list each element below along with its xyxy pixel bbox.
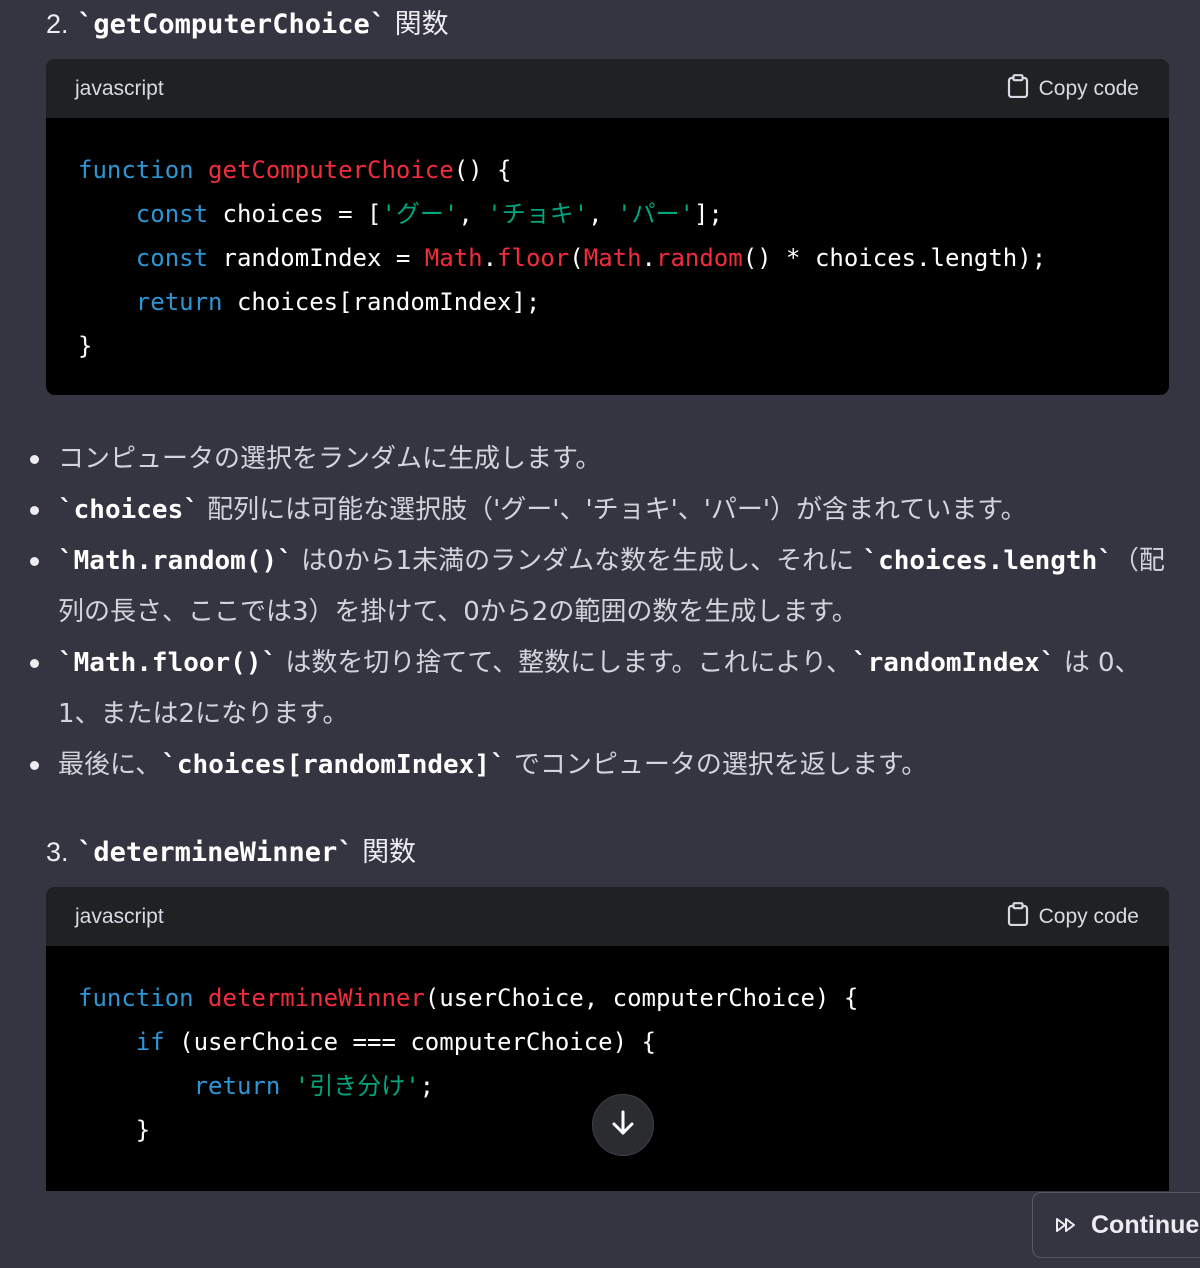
code-token: ];: [693, 200, 723, 228]
code-token: random: [656, 244, 743, 272]
code-token: Math: [424, 244, 483, 272]
code-token: floor: [497, 244, 570, 272]
list-item-text: でコンピュータの選択を返します。: [505, 750, 928, 780]
section-2-heading: 2. `getComputerChoice` 関数: [46, 4, 449, 45]
inline-code: `choices.length`: [862, 546, 1113, 576]
heading-code: `determineWinner`: [77, 837, 354, 868]
code-line: const randomIndex = Math.floor(Math.rand…: [78, 236, 1137, 280]
code-token: choices = [: [208, 200, 382, 228]
list-item: `Math.floor()` は数を切り捨てて、整数にします。これにより、`ra…: [0, 638, 1168, 740]
inline-code: `choices`: [58, 495, 199, 525]
code-token: if: [135, 1028, 165, 1056]
heading-suffix: 関数: [362, 837, 417, 868]
explanation-list: コンピュータの選択をランダムに生成します。 `choices` 配列には可能な選択…: [0, 434, 1200, 791]
list-item: コンピュータの選択をランダムに生成します。: [0, 434, 1168, 485]
list-item: 最後に、`choices[randomIndex]` でコンピュータの選択を返し…: [0, 740, 1168, 791]
code-token: function: [78, 156, 194, 184]
code-token: return: [135, 288, 223, 316]
code-token: ;: [419, 1072, 435, 1100]
code-token: const: [135, 244, 209, 272]
code-token: () {: [453, 156, 512, 184]
code-token: getComputerChoice: [208, 156, 454, 184]
code-block-header: javascript Copy code: [46, 887, 1169, 946]
heading-code: `getComputerChoice`: [77, 9, 386, 40]
bullet-dot: [30, 455, 39, 464]
code-content: function getComputerChoice() { const cho…: [46, 118, 1169, 368]
inline-code: `choices[randomIndex]`: [161, 750, 506, 780]
code-line: function determineWinner(userChoice, com…: [78, 976, 1137, 1020]
list-item-text: コンピュータの選択をランダムに生成します。: [58, 444, 602, 474]
continue-label: Continue: [1091, 1210, 1200, 1239]
code-language-label: javascript: [75, 905, 164, 928]
heading-number: 3.: [46, 837, 69, 867]
code-token: return: [193, 1072, 281, 1100]
code-line: const choices = ['グー', 'チョキ', 'パー'];: [78, 192, 1137, 236]
code-token: randomIndex =: [208, 244, 425, 272]
heading-number: 2.: [46, 9, 69, 39]
code-token: '引き分け': [294, 1072, 420, 1100]
code-token: ,: [458, 200, 488, 228]
code-token: (userChoice === computerChoice) {: [164, 1028, 656, 1056]
code-token: function: [78, 984, 194, 1012]
code-line: }: [78, 324, 1137, 368]
code-token: 'グー': [381, 200, 459, 228]
heading-suffix: 関数: [394, 9, 449, 40]
copy-code-label: Copy code: [1038, 76, 1139, 100]
arrow-down-icon: [610, 1109, 636, 1141]
bullet-dot: [30, 506, 39, 515]
code-token: 'パー': [617, 200, 694, 228]
bullet-dot: [30, 761, 39, 770]
code-line: if (userChoice === computerChoice) {: [78, 1020, 1137, 1064]
code-line: return choices[randomIndex];: [78, 280, 1137, 324]
clipboard-icon: [1007, 901, 1029, 932]
list-item-text: 最後に、: [58, 750, 162, 780]
inline-code: `Math.floor()`: [58, 648, 278, 678]
code-token: () * choices.length);: [742, 244, 1047, 272]
code-token: const: [135, 200, 209, 228]
code-token: }: [78, 332, 93, 360]
list-item-text: 配列には可能な選択肢（'グー'、'チョキ'、'パー'）が含まれています。: [198, 495, 1027, 525]
code-token: (: [569, 244, 584, 272]
code-block-header: javascript Copy code: [46, 59, 1169, 118]
code-language-label: javascript: [75, 77, 164, 100]
list-item-text: は0から1未満のランダムな数を生成し、それに: [292, 546, 863, 576]
code-token: (userChoice, computerChoice) {: [424, 984, 859, 1012]
code-token: .: [641, 244, 656, 272]
copy-code-button[interactable]: Copy code: [1007, 887, 1139, 946]
code-token: Math: [583, 244, 642, 272]
continue-generating-button[interactable]: Continue: [1032, 1192, 1200, 1258]
code-token: }: [78, 1116, 151, 1144]
code-token: ,: [588, 200, 618, 228]
code-token: choices[randomIndex];: [222, 288, 541, 316]
copy-code-label: Copy code: [1038, 904, 1139, 928]
code-line: function getComputerChoice() {: [78, 148, 1137, 192]
inline-code: `randomIndex`: [851, 648, 1056, 678]
copy-code-button[interactable]: Copy code: [1007, 59, 1139, 118]
list-item-text: は数を切り捨てて、整数にします。これにより、: [277, 648, 852, 678]
section-3-heading: 3. `determineWinner` 関数: [46, 832, 416, 873]
fast-forward-icon: [1055, 1211, 1077, 1240]
bullet-dot: [30, 557, 39, 566]
inline-code: `Math.random()`: [58, 546, 293, 576]
list-item: `choices` 配列には可能な選択肢（'グー'、'チョキ'、'パー'）が含ま…: [0, 485, 1168, 536]
code-token: 'チョキ': [487, 200, 589, 228]
code-token: .: [482, 244, 498, 272]
code-block-get-computer-choice: javascript Copy code function getCompute…: [46, 59, 1169, 395]
scroll-to-bottom-button[interactable]: [592, 1094, 654, 1156]
clipboard-icon: [1007, 73, 1029, 104]
bullet-dot: [30, 659, 39, 668]
code-token: determineWinner: [208, 984, 425, 1012]
list-item: `Math.random()` は0から1未満のランダムな数を生成し、それに `…: [0, 536, 1168, 638]
